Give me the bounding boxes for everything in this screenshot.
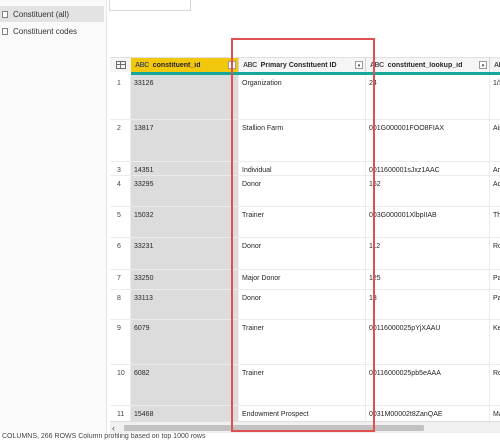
cell-primary-constituent-id[interactable]: Trainer — [239, 365, 366, 405]
table-row: 133126Organization241/S — [110, 75, 500, 120]
queries-panel: Constituent (all) Constituent codes — [0, 0, 107, 433]
text-type-icon: ABC — [243, 61, 257, 69]
cell-constituent-lookup-id[interactable]: 112 — [366, 238, 490, 269]
cell-constituent-lookup-id[interactable]: 24 — [366, 75, 490, 119]
column-header-constituent-lookup-id[interactable]: ABC constituent_lookup_id ▾ — [366, 58, 490, 72]
cell-next-column[interactable]: An — [490, 162, 500, 175]
filter-dropdown-icon[interactable]: ▾ — [479, 61, 487, 69]
cell-constituent-lookup-id[interactable]: 003G000001XlbpIIAB — [366, 207, 490, 237]
cell-primary-constituent-id[interactable]: Individual — [239, 162, 366, 175]
table-menu-button[interactable] — [110, 58, 132, 72]
query-item-label: Constituent (all) — [13, 9, 70, 19]
table-row: 96079Trainer00116000025pYjXAAUKe — [110, 320, 500, 365]
table-icon — [2, 10, 8, 18]
cell-constituent-lookup-id[interactable]: 13 — [366, 290, 490, 319]
column-header-constituent-id[interactable]: ABC constituent_id ▾ — [131, 58, 239, 72]
cell-constituent-id[interactable]: 6082 — [131, 365, 239, 405]
text-type-icon: ABC — [135, 61, 149, 69]
formula-bar[interactable] — [109, 0, 191, 11]
row-number[interactable]: 7 — [110, 270, 131, 289]
cell-next-column[interactable]: Ad — [490, 176, 500, 206]
cell-primary-constituent-id[interactable]: Donor — [239, 290, 366, 319]
table-row: 106082Trainer00116000025pb5eAAARo — [110, 365, 500, 406]
query-item-label: Constituent codes — [13, 26, 78, 36]
column-header-primary-constituent-id[interactable]: ABC Primary Constituent ID ▾ — [239, 58, 366, 72]
cell-next-column[interactable]: 1/S — [490, 75, 500, 119]
row-number[interactable]: 5 — [110, 207, 131, 237]
cell-primary-constituent-id[interactable]: Stallion Farm — [239, 120, 366, 161]
cell-constituent-id[interactable]: 14351 — [131, 162, 239, 175]
cell-primary-constituent-id[interactable]: Major Donor — [239, 270, 366, 289]
filter-applied-icon[interactable]: ▾ — [355, 61, 363, 69]
query-item-constituent-codes[interactable]: Constituent codes — [0, 23, 104, 39]
cell-constituent-id[interactable]: 33295 — [131, 176, 239, 206]
table-row: 433295Donor162Ad — [110, 176, 500, 207]
cell-next-column[interactable]: Pa — [490, 290, 500, 319]
cell-next-column[interactable]: Pa — [490, 270, 500, 289]
cell-next-column[interactable]: Ro — [490, 238, 500, 269]
cell-constituent-lookup-id[interactable]: 0011600001sJxz1AAC — [366, 162, 490, 175]
table-row: 633231Donor112Ro — [110, 238, 500, 270]
row-number[interactable]: 10 — [110, 365, 131, 405]
scrollbar-thumb[interactable] — [124, 425, 424, 431]
row-number[interactable]: 4 — [110, 176, 131, 206]
table-row: 213817Stallion Farm001G000001FOO8FIAXAin — [110, 120, 500, 162]
row-number[interactable]: 2 — [110, 120, 131, 161]
text-type-icon: ABC — [494, 61, 500, 69]
table-row: 833113Donor13Pa — [110, 290, 500, 320]
column-name: Primary Constituent ID — [260, 61, 337, 69]
table-row: 733250Major Donor125Pa — [110, 270, 500, 290]
row-number[interactable]: 3 — [110, 162, 131, 175]
cell-primary-constituent-id[interactable]: Trainer — [239, 207, 366, 237]
cell-constituent-id[interactable]: 6079 — [131, 320, 239, 364]
cell-constituent-id[interactable]: 13817 — [131, 120, 239, 161]
cell-constituent-id[interactable]: 33231 — [131, 238, 239, 269]
column-name: constituent_id — [152, 61, 201, 69]
cell-constituent-id[interactable]: 33113 — [131, 290, 239, 319]
row-number[interactable]: 8 — [110, 290, 131, 319]
cell-next-column[interactable]: The — [490, 207, 500, 237]
row-number[interactable]: 1 — [110, 75, 131, 119]
query-item-constituent-all[interactable]: Constituent (all) — [0, 6, 104, 22]
table-icon — [2, 27, 8, 35]
cell-constituent-lookup-id[interactable]: 00116000025pb5eAAA — [366, 365, 490, 405]
status-bar: COLUMNS, 266 ROWS Column profiling based… — [0, 433, 500, 441]
row-number[interactable]: 9 — [110, 320, 131, 364]
table-row: 515032Trainer003G000001XlbpIIABThe — [110, 207, 500, 238]
row-number[interactable]: 6 — [110, 238, 131, 269]
cell-constituent-id[interactable]: 15032 — [131, 207, 239, 237]
cell-primary-constituent-id[interactable]: Donor — [239, 176, 366, 206]
table-icon — [115, 61, 126, 69]
data-grid: ABC constituent_id ▾ ABC Primary Constit… — [110, 57, 500, 434]
cell-constituent-lookup-id[interactable]: 162 — [366, 176, 490, 206]
cell-constituent-lookup-id[interactable]: 125 — [366, 270, 490, 289]
cell-primary-constituent-id[interactable]: Trainer — [239, 320, 366, 364]
cell-constituent-id[interactable]: 33126 — [131, 75, 239, 119]
column-header-next[interactable]: ABC — [490, 58, 500, 72]
cell-constituent-id[interactable]: 33250 — [131, 270, 239, 289]
text-type-icon: ABC — [370, 61, 384, 69]
cell-primary-constituent-id[interactable]: Organization — [239, 75, 366, 119]
scroll-left-icon[interactable]: ‹ — [112, 423, 115, 433]
cell-constituent-lookup-id[interactable]: 001G000001FOO8FIAX — [366, 120, 490, 161]
column-name: constituent_lookup_id — [387, 61, 463, 69]
cell-next-column[interactable]: Ain — [490, 120, 500, 161]
filter-dropdown-icon[interactable]: ▾ — [228, 61, 236, 69]
cell-primary-constituent-id[interactable]: Donor — [239, 238, 366, 269]
table-row: 314351Individual0011600001sJxz1AACAn — [110, 162, 500, 176]
cell-constituent-lookup-id[interactable]: 00116000025pYjXAAU — [366, 320, 490, 364]
cell-next-column[interactable]: Ro — [490, 365, 500, 405]
cell-next-column[interactable]: Ke — [490, 320, 500, 364]
